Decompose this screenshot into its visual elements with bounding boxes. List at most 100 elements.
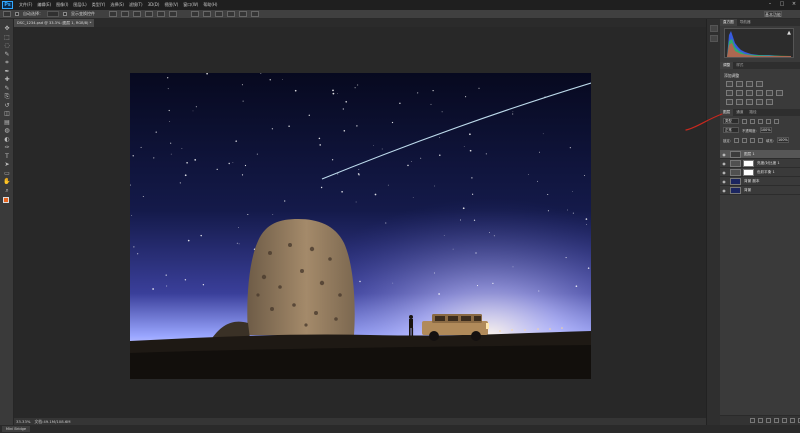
type-tool-icon[interactable]: T [3,153,11,160]
lock-all-icon[interactable] [757,137,763,143]
new-group-icon[interactable] [782,418,787,423]
pen-tool-icon[interactable]: ✑ [3,144,11,151]
align-center-button[interactable] [157,11,165,17]
menu-item-7[interactable]: 3D(D) [148,2,160,8]
align-top-button[interactable] [109,11,117,17]
tab-navigator[interactable]: 导航器 [737,19,754,26]
align-right-button[interactable] [169,11,177,17]
curves-icon[interactable] [746,81,753,87]
move-tool-icon[interactable]: ✥ [3,25,11,32]
exposure-icon[interactable] [756,81,763,87]
clone-stamp-tool-icon[interactable]: ⎘ [3,93,11,100]
eyedropper-tool-icon[interactable]: ✒ [3,68,11,75]
warning-icon[interactable]: ▲ [787,30,791,36]
tab-styles[interactable]: 样式 [733,62,746,69]
layer-mask-thumbnail[interactable] [743,168,754,176]
layer-mask-thumbnail[interactable] [743,159,754,167]
visibility-eye-icon[interactable]: ◉ [721,170,727,175]
fill-input[interactable]: 100% [776,137,789,143]
dodge-tool-icon[interactable]: ◐ [3,136,11,143]
gradient-map-icon[interactable] [756,99,763,105]
black-white-icon[interactable] [756,90,763,96]
distribute-left-button[interactable] [227,11,235,17]
link-layers-icon[interactable] [750,418,755,423]
visibility-eye-icon[interactable]: ◉ [721,161,727,166]
filter-pixel-icon[interactable] [742,118,747,124]
new-layer-icon[interactable] [790,418,795,423]
layer-kind-filter[interactable]: 类型 [723,118,739,124]
align-bottom-button[interactable] [133,11,141,17]
document-info[interactable]: 文档:49.1M/108.6M [34,419,70,425]
menu-item-6[interactable]: 滤镜(T) [129,2,143,8]
layer-row[interactable]: ◉ 背景 [720,186,800,195]
lasso-tool-icon[interactable]: ◌ [3,42,11,49]
distribute-top-button[interactable] [191,11,199,17]
distribute-bottom-button[interactable] [215,11,223,17]
new-adjustment-icon[interactable] [774,418,779,423]
photo-filter-icon[interactable] [766,90,773,96]
zoom-level[interactable]: 33.33% [16,419,30,424]
lock-image-icon[interactable] [741,137,747,143]
visibility-eye-icon[interactable]: ◉ [721,188,727,193]
gradient-tool-icon[interactable]: ▤ [3,119,11,126]
marquee-tool-icon[interactable]: ⬚ [3,34,11,41]
properties-panel-icon[interactable] [710,35,718,42]
menu-item-3[interactable]: 图层(L) [73,2,86,8]
maximize-button[interactable]: □ [779,1,785,8]
filter-adjust-icon[interactable] [750,118,755,124]
distribute-center-button[interactable] [239,11,247,17]
healing-brush-tool-icon[interactable]: ✚ [3,76,11,83]
blend-mode-select[interactable]: 正常 [723,127,739,133]
align-left-button[interactable] [145,11,153,17]
tab-adjustments[interactable]: 调整 [720,62,734,69]
mini-bridge-tab[interactable]: Mini Bridge [2,426,30,432]
layer-row[interactable]: ◉ 亮度/对比度 1 [720,159,800,168]
quick-select-tool-icon[interactable]: ✎ [3,51,11,58]
posterize-icon[interactable] [736,99,743,105]
threshold-icon[interactable] [746,99,753,105]
shape-tool-icon[interactable]: ▭ [3,170,11,177]
visibility-eye-icon[interactable]: ◉ [721,179,727,184]
menu-item-2[interactable]: 图像(I) [56,2,68,8]
tool-preset-picker[interactable] [3,11,11,17]
lock-position-icon[interactable] [749,137,755,143]
distribute-right-button[interactable] [251,11,259,17]
distribute-middle-button[interactable] [203,11,211,17]
auto-select-target-select[interactable] [47,11,59,17]
crop-tool-icon[interactable]: ⌗ [3,59,11,66]
menu-item-8[interactable]: 视图(V) [164,2,178,8]
menu-item-10[interactable]: 帮助(H) [203,2,217,8]
menu-item-1[interactable]: 编辑(E) [37,2,51,8]
opacity-input[interactable]: 100% [759,127,772,133]
vibrance-icon[interactable] [726,90,733,96]
minimize-button[interactable]: – [767,1,773,8]
hue-saturation-icon[interactable] [736,90,743,96]
blur-tool-icon[interactable]: ◍ [3,127,11,134]
selective-color-icon[interactable] [766,99,773,105]
tab-layers[interactable]: 图层 [720,109,734,116]
tab-paths[interactable]: 路径 [746,109,759,116]
workspace-switcher[interactable]: 基本功能 [764,11,782,17]
history-brush-tool-icon[interactable]: ↺ [3,102,11,109]
history-panel-icon[interactable] [710,25,718,32]
path-select-tool-icon[interactable]: ➤ [3,161,11,168]
layer-row[interactable]: ◉ 色彩平衡 1 [720,168,800,177]
add-mask-icon[interactable] [766,418,771,423]
show-transform-checkbox[interactable] [63,12,67,16]
menu-item-5[interactable]: 选择(S) [110,2,124,8]
foreground-color-swatch[interactable] [3,197,9,203]
color-balance-icon[interactable] [746,90,753,96]
night-sky-photo[interactable] [130,73,591,379]
menu-item-4[interactable]: 类型(Y) [92,2,106,8]
hand-tool-icon[interactable]: ✋ [3,178,11,185]
document-tab[interactable]: DSC_1234.psd @ 33.3% (图层 1, RGB/8) * [14,19,94,27]
layer-row[interactable]: ◉ 图层 1 [720,150,800,159]
visibility-eye-icon[interactable]: ◉ [721,152,727,157]
layer-style-icon[interactable] [758,418,763,423]
filter-type-icon[interactable] [758,118,763,124]
eraser-tool-icon[interactable]: ◫ [3,110,11,117]
canvas-area[interactable] [14,27,706,418]
align-middle-button[interactable] [121,11,129,17]
close-button[interactable]: × [791,1,797,8]
auto-select-checkbox[interactable] [15,12,19,16]
